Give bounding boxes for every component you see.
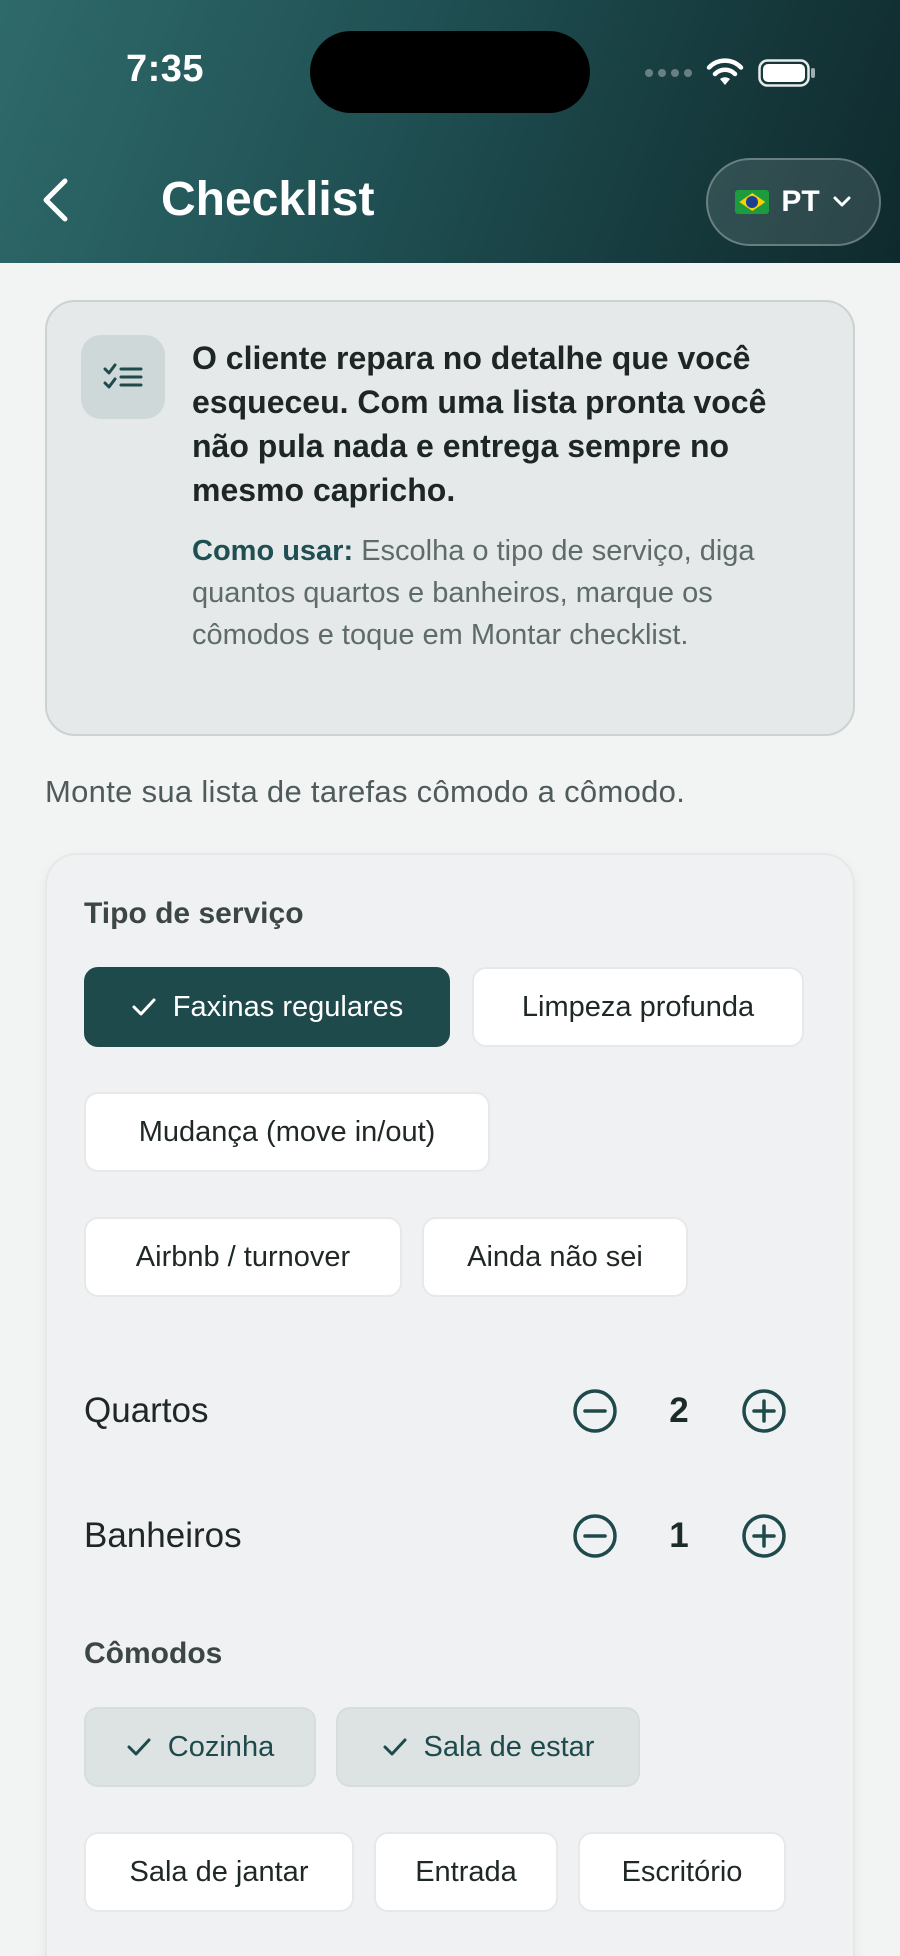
room-chip-label: Entrada bbox=[415, 1855, 517, 1888]
bedrooms-increment-plus-icon[interactable] bbox=[740, 1387, 788, 1435]
room-chip-label: Cozinha bbox=[167, 1730, 275, 1763]
language-selector[interactable]: PT bbox=[706, 158, 881, 246]
info-howto: Como usar: Escolha o tipo de serviço, di… bbox=[192, 530, 832, 656]
info-card: O cliente repara no detalhe que você esq… bbox=[45, 300, 855, 736]
service-chip-unsure[interactable]: Ainda não sei bbox=[422, 1217, 688, 1297]
service-chip-label: Faxinas regulares bbox=[172, 990, 404, 1023]
back-button[interactable] bbox=[40, 170, 90, 230]
chevron-down-icon bbox=[833, 196, 851, 207]
chevron-left-icon bbox=[43, 178, 68, 222]
room-chip-label: Sala de jantar bbox=[129, 1855, 309, 1888]
brazil-flag-icon bbox=[735, 190, 770, 214]
wifi-icon bbox=[706, 58, 744, 85]
page-subtitle: Monte sua lista de tarefas cômodo a cômo… bbox=[45, 774, 686, 809]
service-chip-label: Airbnb / turnover bbox=[135, 1240, 351, 1273]
service-chip-regular[interactable]: Faxinas regulares bbox=[84, 967, 450, 1047]
checklist-icon bbox=[81, 335, 165, 419]
battery-icon bbox=[758, 59, 815, 87]
howto-label: Como usar: bbox=[192, 535, 354, 567]
bathrooms-value: 1 bbox=[669, 1516, 689, 1555]
room-chip-dining-room[interactable]: Sala de jantar bbox=[84, 1832, 354, 1912]
room-chip-kitchen[interactable]: Cozinha bbox=[84, 1707, 316, 1787]
service-chip-move[interactable]: Mudança (move in/out) bbox=[84, 1092, 490, 1172]
service-chip-deep[interactable]: Limpeza profunda bbox=[472, 967, 804, 1047]
cellular-signal-icon bbox=[645, 69, 692, 77]
room-chip-label: Sala de estar bbox=[423, 1730, 595, 1763]
service-chip-label: Limpeza profunda bbox=[521, 990, 755, 1023]
check-icon bbox=[127, 1738, 151, 1756]
status-icons bbox=[645, 58, 816, 88]
bathrooms-label: Banheiros bbox=[84, 1516, 242, 1555]
room-chip-label: Escritório bbox=[621, 1855, 743, 1888]
bathrooms-increment-plus-icon[interactable] bbox=[740, 1512, 788, 1560]
bathrooms-decrement-minus-icon[interactable] bbox=[571, 1512, 619, 1560]
check-icon bbox=[383, 1738, 407, 1756]
room-chip-living-room[interactable]: Sala de estar bbox=[336, 1707, 640, 1787]
bedrooms-decrement-minus-icon[interactable] bbox=[571, 1387, 619, 1435]
room-chip-office[interactable]: Escritório bbox=[578, 1832, 786, 1912]
room-chip-entrance[interactable]: Entrada bbox=[374, 1832, 558, 1912]
bedrooms-value: 2 bbox=[669, 1391, 689, 1430]
service-chip-airbnb[interactable]: Airbnb / turnover bbox=[84, 1217, 402, 1297]
app-header: 7:35 Checklist PT bbox=[0, 0, 900, 263]
check-icon bbox=[132, 998, 156, 1016]
checklist-form: Tipo de serviço Faxinas regulares Limpez… bbox=[45, 853, 855, 1956]
dynamic-island bbox=[310, 31, 590, 113]
info-title: O cliente repara no detalhe que você esq… bbox=[192, 340, 767, 508]
status-time: 7:35 bbox=[126, 48, 205, 90]
rooms-label: Cômodos bbox=[84, 1637, 223, 1670]
service-type-label: Tipo de serviço bbox=[84, 897, 304, 930]
language-code: PT bbox=[781, 185, 820, 218]
service-chip-label: Ainda não sei bbox=[467, 1240, 643, 1273]
bedrooms-label: Quartos bbox=[84, 1391, 209, 1430]
page-title: Checklist bbox=[161, 173, 375, 226]
service-chip-label: Mudança (move in/out) bbox=[138, 1115, 436, 1148]
